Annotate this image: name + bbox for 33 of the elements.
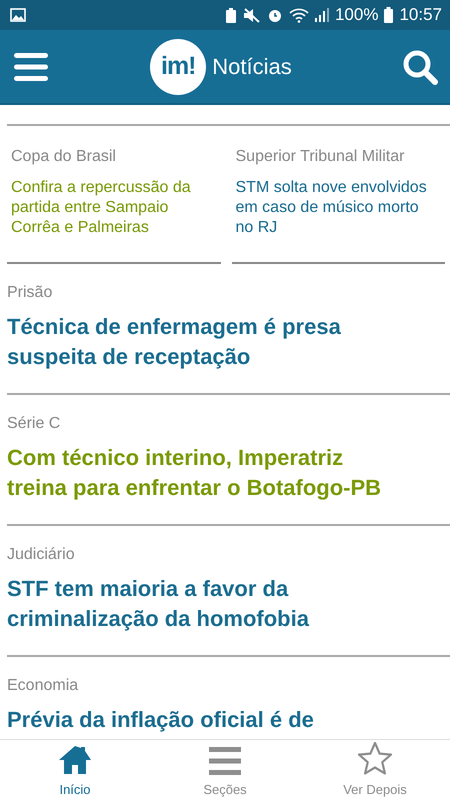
nav-tab[interactable]: Seções bbox=[150, 740, 300, 800]
menu-button[interactable] bbox=[14, 52, 48, 80]
home-icon bbox=[58, 745, 92, 775]
category-label: Série C bbox=[7, 415, 62, 433]
nav-tab[interactable]: Início bbox=[0, 740, 150, 800]
battery-saver-icon bbox=[224, 8, 237, 22]
signal-icon bbox=[314, 8, 329, 22]
battery-level: 100% bbox=[334, 5, 378, 25]
battery-icon bbox=[384, 7, 394, 23]
star-icon bbox=[357, 741, 393, 775]
app-title: Notícias bbox=[212, 54, 292, 80]
list-icon bbox=[209, 747, 241, 775]
search-button[interactable] bbox=[402, 48, 438, 84]
headline-link[interactable]: STF tem maioria a favor da criminalização da homofobia bbox=[7, 574, 382, 634]
headline-link[interactable]: Com técnico interino, Imperatriz treina para enfrentar o Botafogo-PB bbox=[7, 443, 382, 503]
headline-link[interactable]: Prévia da inflação oficial é de bbox=[7, 705, 382, 735]
category-label: Prisão bbox=[7, 284, 54, 302]
wifi-icon bbox=[288, 8, 309, 22]
search-icon bbox=[402, 48, 438, 84]
app-logo: im! bbox=[150, 38, 206, 94]
headline-link[interactable]: STM solta nove envolvidos em caso de músico morto no RJ bbox=[236, 178, 434, 238]
clock-time: 10:57 bbox=[399, 5, 442, 25]
category-label: Judiciário bbox=[7, 546, 76, 564]
category-label: Superior Tribunal Militar bbox=[236, 148, 406, 166]
headline-link[interactable]: Técnica de enfermagem é presa suspeita de receptação bbox=[7, 312, 382, 372]
category-label: Economia bbox=[7, 677, 80, 695]
menu-icon bbox=[14, 52, 48, 80]
alarm-icon bbox=[266, 7, 283, 23]
category-label: Copa do Brasil bbox=[11, 148, 117, 166]
image-icon bbox=[10, 8, 26, 22]
mute-icon bbox=[242, 8, 261, 22]
nav-tab[interactable]: Ver Depois bbox=[300, 740, 450, 800]
headline-link[interactable]: Confira a repercussão da partida entre Sampaio Corrêa e Palmeiras bbox=[11, 178, 209, 238]
